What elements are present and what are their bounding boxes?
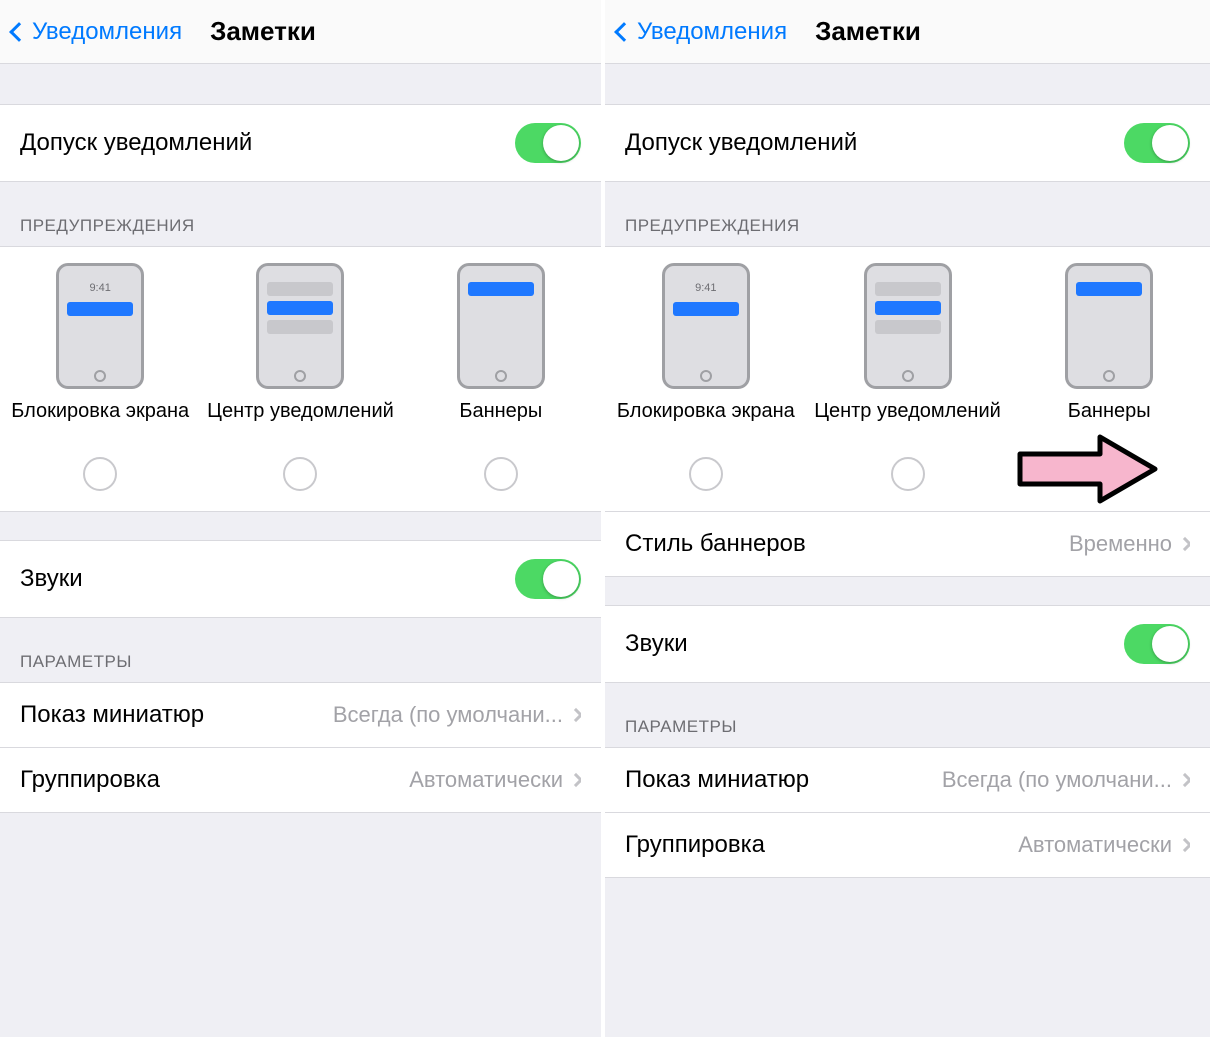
- center-checkbox[interactable]: [891, 457, 925, 491]
- center-preview-icon: [256, 263, 344, 389]
- preview-time: 9:41: [673, 282, 739, 294]
- grouping-value: Автоматически: [1018, 832, 1172, 858]
- alert-option-center: Центр уведомлений: [807, 263, 1009, 491]
- banner-style-row[interactable]: Стиль баннеров Временно: [605, 512, 1210, 577]
- check-icon: [1101, 465, 1117, 481]
- options-section-header: ПАРАМЕТРЫ: [0, 618, 601, 682]
- settings-pane-after: Уведомления Заметки Допуск уведомлений П…: [605, 0, 1210, 1037]
- show-previews-row[interactable]: Показ миниатюр Всегда (по умолчани...: [0, 682, 601, 748]
- banners-preview-icon: [1065, 263, 1153, 389]
- grouping-row[interactable]: Группировка Автоматически: [605, 813, 1210, 878]
- settings-pane-before: Уведомления Заметки Допуск уведомлений П…: [0, 0, 605, 1037]
- alert-option-center: Центр уведомлений: [200, 263, 400, 491]
- banners-label: Баннеры: [1068, 399, 1151, 447]
- navbar: Уведомления Заметки: [0, 0, 601, 64]
- alerts-body: 9:41 Блокировка экрана: [0, 246, 601, 512]
- allow-label: Допуск уведомлений: [625, 129, 857, 157]
- previews-value: Всегда (по умолчани...: [333, 702, 563, 728]
- sounds-label: Звуки: [625, 630, 688, 658]
- previews-label: Показ миниатюр: [625, 766, 809, 794]
- chevron-left-icon: [9, 22, 29, 42]
- chevron-right-icon: [1178, 838, 1190, 852]
- alert-option-lockscreen: 9:41 Блокировка экрана: [605, 263, 807, 491]
- grouping-row[interactable]: Группировка Автоматически: [0, 748, 601, 813]
- sounds-row: Звуки: [605, 605, 1210, 683]
- center-preview-icon: [864, 263, 952, 389]
- preview-time: 9:41: [67, 282, 133, 294]
- allow-notifications-toggle[interactable]: [1124, 123, 1190, 163]
- lockscreen-label: Блокировка экрана: [617, 399, 795, 447]
- lockscreen-label: Блокировка экрана: [11, 399, 189, 447]
- alert-option-lockscreen: 9:41 Блокировка экрана: [0, 263, 200, 491]
- chevron-right-icon: [569, 773, 581, 787]
- options-section-header: ПАРАМЕТРЫ: [605, 683, 1210, 747]
- back-button[interactable]: Уведомления: [617, 18, 787, 46]
- grouping-label: Группировка: [20, 766, 160, 794]
- alerts-section-header: ПРЕДУПРЕЖДЕНИЯ: [0, 182, 601, 246]
- alerts-body: 9:41 Блокировка экрана: [605, 246, 1210, 512]
- grouping-value: Автоматически: [409, 767, 563, 793]
- lockscreen-checkbox[interactable]: [83, 457, 117, 491]
- navbar: Уведомления Заметки: [605, 0, 1210, 64]
- chevron-right-icon: [1178, 537, 1190, 551]
- lockscreen-preview-icon: 9:41: [56, 263, 144, 389]
- banner-style-value: Временно: [1069, 531, 1172, 557]
- previews-label: Показ миниатюр: [20, 701, 204, 729]
- banners-preview-icon: [457, 263, 545, 389]
- sounds-label: Звуки: [20, 565, 83, 593]
- lockscreen-checkbox[interactable]: [689, 457, 723, 491]
- allow-label: Допуск уведомлений: [20, 129, 252, 157]
- back-label: Уведомления: [32, 18, 182, 46]
- center-checkbox[interactable]: [283, 457, 317, 491]
- chevron-right-icon: [1178, 773, 1190, 787]
- banners-label: Баннеры: [459, 399, 542, 447]
- allow-notifications-row: Допуск уведомлений: [605, 104, 1210, 182]
- show-previews-row[interactable]: Показ миниатюр Всегда (по умолчани...: [605, 747, 1210, 813]
- grouping-label: Группировка: [625, 831, 765, 859]
- banners-checkbox[interactable]: [1092, 457, 1126, 491]
- previews-value: Всегда (по умолчани...: [942, 767, 1172, 793]
- chevron-right-icon: [569, 708, 581, 722]
- alerts-section-header: ПРЕДУПРЕЖДЕНИЯ: [605, 182, 1210, 246]
- chevron-left-icon: [614, 22, 634, 42]
- allow-notifications-row: Допуск уведомлений: [0, 104, 601, 182]
- alert-option-banners: Баннеры: [401, 263, 601, 491]
- sounds-row: Звуки: [0, 540, 601, 618]
- center-label: Центр уведомлений: [814, 399, 1001, 447]
- lockscreen-preview-icon: 9:41: [662, 263, 750, 389]
- alert-option-banners: Баннеры: [1008, 263, 1210, 491]
- page-title: Заметки: [210, 16, 316, 47]
- center-label: Центр уведомлений: [207, 399, 394, 447]
- back-button[interactable]: Уведомления: [12, 18, 182, 46]
- banners-checkbox[interactable]: [484, 457, 518, 491]
- sounds-toggle[interactable]: [515, 559, 581, 599]
- page-title: Заметки: [815, 16, 921, 47]
- banner-style-label: Стиль баннеров: [625, 530, 806, 558]
- allow-notifications-toggle[interactable]: [515, 123, 581, 163]
- back-label: Уведомления: [637, 18, 787, 46]
- sounds-toggle[interactable]: [1124, 624, 1190, 664]
